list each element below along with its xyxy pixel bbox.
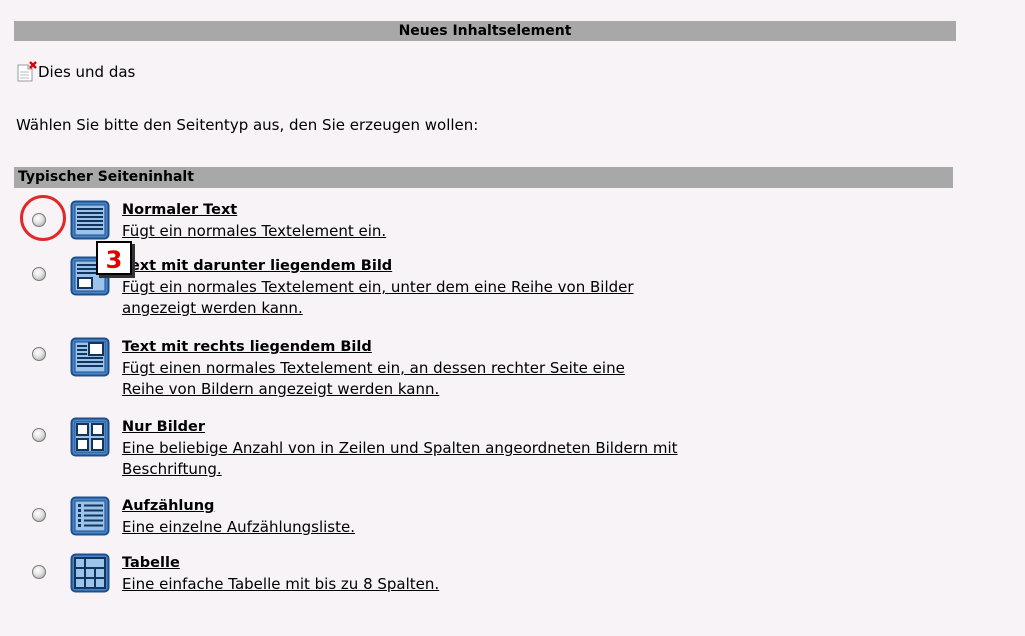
radio-text-image-below[interactable] — [32, 267, 46, 281]
option-title[interactable]: Aufzählung — [122, 496, 940, 517]
radio-table[interactable] — [32, 565, 46, 579]
option-description[interactable]: Fügt ein normales Textelement ein. — [122, 221, 940, 242]
option-title[interactable]: Nur Bilder — [122, 417, 940, 438]
step-number-badge: 3 — [96, 241, 132, 275]
text-image-right-icon[interactable] — [70, 337, 110, 377]
highlight-ring — [20, 195, 66, 241]
option-description[interactable]: Fügt einen normales Textelement ein, an … — [122, 358, 940, 379]
images-grid-icon[interactable] — [70, 417, 110, 457]
option-description[interactable]: Eine einfache Tabelle mit bis zu 8 Spalt… — [122, 574, 940, 595]
option-description-cont[interactable]: Reihe von Bildern angezeigt werden kann. — [122, 379, 940, 400]
wizard-header: Neues Inhaltselement — [14, 21, 956, 41]
bullet-list-icon[interactable] — [70, 496, 110, 536]
option-description[interactable]: Fügt ein normales Textelement ein, unter… — [122, 277, 940, 298]
option-title[interactable]: Text mit rechts liegendem Bild — [122, 337, 940, 358]
text-icon[interactable] — [70, 200, 110, 240]
page-title: Dies und das — [38, 63, 136, 81]
radio-bullet-list[interactable] — [32, 508, 46, 522]
radio-text-image-right[interactable] — [32, 347, 46, 361]
option-title[interactable]: Normaler Text — [122, 200, 940, 221]
instruction-text: Wählen Sie bitte den Seitentyp aus, den … — [16, 116, 479, 134]
option-description-cont[interactable]: angezeigt werden kann. — [122, 298, 940, 319]
table-icon[interactable] — [70, 553, 110, 593]
current-page: Dies und das — [16, 60, 135, 84]
option-description[interactable]: Eine beliebige Anzahl von in Zeilen und … — [122, 438, 940, 459]
option-description[interactable]: Eine einzelne Aufzählungsliste. — [122, 517, 940, 538]
radio-images-only[interactable] — [32, 428, 46, 442]
option-description-cont[interactable]: Beschriftung. — [122, 459, 940, 480]
page-deleted-icon — [16, 61, 38, 83]
option-title[interactable]: Tabelle — [122, 553, 940, 574]
section-header: Typischer Seiteninhalt — [14, 167, 953, 188]
option-title[interactable]: Text mit darunter liegendem Bild — [122, 256, 940, 277]
